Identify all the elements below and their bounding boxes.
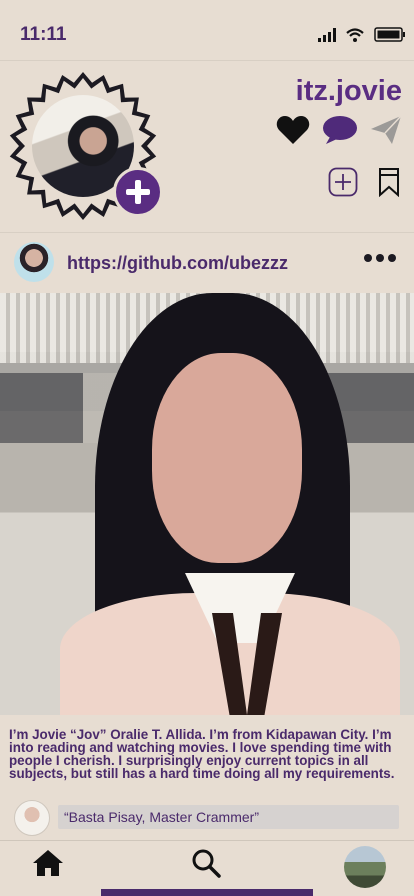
post-photo[interactable] — [0, 293, 414, 715]
heart-icon[interactable] — [276, 115, 310, 145]
home-icon[interactable] — [31, 848, 65, 878]
profile-avatar[interactable] — [8, 71, 163, 221]
more-icon[interactable] — [364, 254, 396, 262]
profile-username: itz.jovie — [295, 75, 402, 107]
status-time: 11:11 — [20, 24, 67, 45]
comment-text[interactable]: “Basta Pisay, Master Crammer” — [58, 805, 399, 829]
search-icon[interactable] — [191, 848, 221, 878]
comment-row: “Basta Pisay, Master Crammer” — [0, 800, 414, 838]
add-post-icon[interactable] — [328, 167, 358, 197]
commenter-avatar[interactable] — [14, 800, 50, 836]
post-caption: I’m Jovie “Jov” Oralie T. Allida. I’m fr… — [9, 727, 395, 781]
post-link[interactable]: https://github.com/ubezzz — [67, 253, 288, 274]
profile-actions-secondary — [328, 167, 400, 197]
comment-icon[interactable] — [322, 115, 358, 145]
profile-actions — [276, 115, 402, 145]
wifi-icon — [346, 27, 364, 42]
status-bar: 11:11 — [0, 0, 414, 60]
profile-tab-avatar[interactable] — [344, 846, 386, 888]
post-author-avatar[interactable] — [14, 242, 54, 282]
plus-icon — [126, 180, 150, 204]
home-indicator — [101, 889, 313, 896]
send-icon[interactable] — [370, 115, 402, 145]
profile-header: itz.jovie — [0, 60, 414, 230]
status-icons — [318, 27, 406, 42]
bottom-nav — [0, 840, 414, 896]
post-header: https://github.com/ubezzz — [0, 232, 414, 292]
add-story-button[interactable] — [113, 167, 163, 217]
signal-icon — [318, 27, 336, 42]
battery-icon — [374, 27, 405, 42]
bookmark-icon[interactable] — [378, 167, 400, 197]
